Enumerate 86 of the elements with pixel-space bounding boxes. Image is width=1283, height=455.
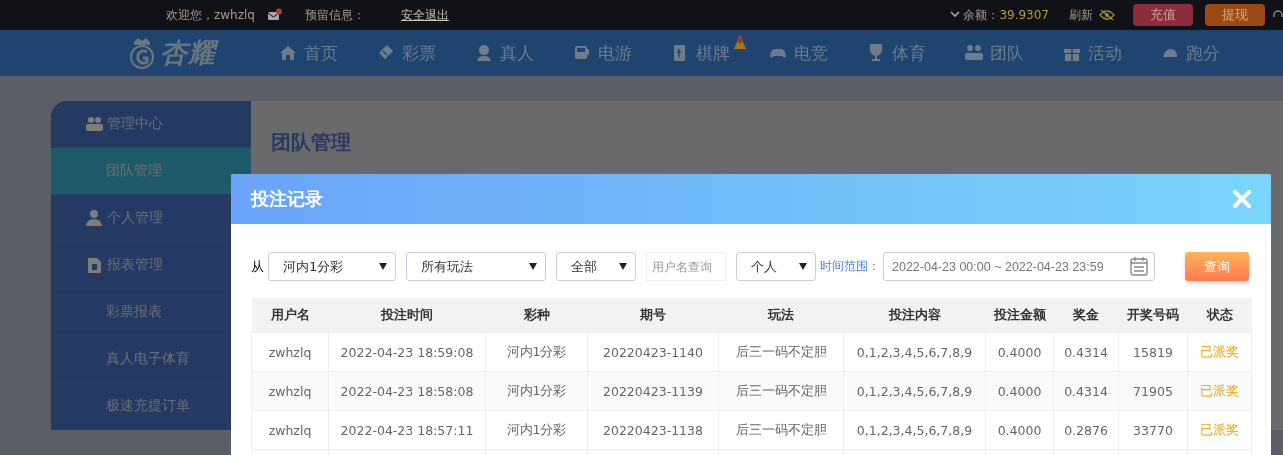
- column-header: 投注金额: [985, 298, 1054, 333]
- mail-icon: [266, 8, 283, 22]
- table-cell: 2022-04-23 18:58:08: [328, 371, 486, 411]
- nav-link[interactable]: 彩票: [402, 41, 436, 65]
- from-label: 从: [251, 257, 264, 276]
- page-title: 团队管理: [271, 130, 351, 154]
- search-button[interactable]: 查询: [1185, 252, 1249, 281]
- column-header: 期号: [587, 298, 719, 333]
- deposit-button[interactable]: 充值: [1133, 4, 1193, 26]
- reserved-info-label: 预留信息：: [304, 6, 365, 24]
- table-cell: 0,1,2,3,4,5,6,7,8,9: [843, 410, 986, 450]
- column-header: 投注时间: [328, 298, 486, 333]
- dropdown-caret-icon: [379, 263, 387, 270]
- table-cell: 0.2876: [1053, 410, 1119, 450]
- modal-title: 投注记录: [251, 187, 323, 211]
- person-icon: [474, 43, 494, 63]
- table-cell: 71905: [1118, 371, 1188, 411]
- home-icon: [278, 43, 298, 63]
- table-cell: zwhzlq: [251, 371, 329, 411]
- table-cell: 0.4000: [985, 410, 1054, 450]
- balance-label: 余额：: [963, 6, 1000, 24]
- table-cell: zwhzlq: [251, 332, 329, 372]
- caret-icon: [950, 11, 961, 19]
- table-cell: 0,1,2,3,4,5,6,7,8,9: [843, 332, 986, 372]
- nav-link[interactable]: 首页: [304, 41, 338, 65]
- status-cell: 已派奖: [1187, 410, 1252, 450]
- table-cell: 后三一码不定胆: [718, 410, 844, 450]
- dropdown-select[interactable]: 所有玩法: [406, 252, 546, 281]
- table-cell: 0,1,2,3,4,5,6,7,8,9: [843, 371, 986, 411]
- dropdown-select[interactable]: 全部: [556, 252, 636, 281]
- time-range-label: 时间范围：: [820, 258, 880, 275]
- table-cell: 0.4000: [985, 332, 1054, 372]
- nav-link[interactable]: 真人: [500, 41, 534, 65]
- nav-link[interactable]: 棋牌: [696, 41, 730, 65]
- column-header: 用户名: [251, 298, 329, 333]
- column-header: 开奖号码: [1118, 298, 1188, 333]
- balance-value: 39.9307: [999, 8, 1049, 22]
- column-header: 投注内容: [843, 298, 986, 333]
- table-cell: 15819: [1118, 332, 1188, 372]
- dropdown-caret-icon: [529, 263, 537, 270]
- document-icon: [86, 256, 103, 274]
- table-cell: 20220423-1139: [587, 371, 719, 411]
- column-header: 彩种: [485, 298, 588, 333]
- table-cell: 0.4314: [1053, 371, 1119, 411]
- username-search-field[interactable]: 用户名查询: [646, 252, 726, 281]
- refresh-link[interactable]: 刷新: [1069, 6, 1093, 24]
- table-cell: 20220423-1140: [587, 332, 719, 372]
- sidebar-item[interactable]: 团队管理: [51, 148, 251, 195]
- table-cell: 2022-04-23 18:57:11: [328, 410, 486, 450]
- person-icon: [86, 209, 103, 227]
- group-icon: [964, 43, 984, 63]
- close-icon: [1233, 190, 1251, 208]
- dropdown-caret-icon: [799, 263, 807, 270]
- table-cell: zwhzlq: [251, 410, 329, 450]
- nav-link[interactable]: 团队: [990, 41, 1024, 65]
- table-cell: 河内1分彩: [485, 410, 588, 450]
- table-cell: 后三一码不定胆: [718, 371, 844, 411]
- status-cell: 已派奖: [1187, 332, 1252, 372]
- table-cell: 0.4314: [1053, 332, 1119, 372]
- nav-link[interactable]: 体育: [892, 41, 926, 65]
- dropdown-caret-icon: [619, 263, 627, 270]
- table-cell: 2022-04-23 18:59:08: [328, 332, 486, 372]
- nav-link[interactable]: 活动: [1088, 41, 1122, 65]
- nav-link[interactable]: 电竞: [794, 41, 828, 65]
- nav-link[interactable]: 电游: [598, 41, 632, 65]
- calendar-icon: [1130, 256, 1148, 276]
- table-cell: 33770: [1118, 410, 1188, 450]
- dropdown-select[interactable]: 河内1分彩: [268, 252, 396, 281]
- table-cell: 后三一码不定胆: [718, 332, 844, 372]
- table-cell: 20220423-1138: [587, 410, 719, 450]
- table-cell: 河内1分彩: [485, 371, 588, 411]
- people-icon: [86, 115, 103, 133]
- table-cell: 河内1分彩: [485, 332, 588, 372]
- column-header: 状态: [1187, 298, 1252, 333]
- logout-link[interactable]: 安全退出: [400, 6, 449, 24]
- greeting-text: 欢迎您，zwhzlq: [166, 6, 255, 24]
- column-header: 玩法: [718, 298, 844, 333]
- eye-slash-icon: [1099, 9, 1115, 21]
- date-range-field[interactable]: 2022-04-23 00:00 ~ 2022-04-23 23:59: [883, 252, 1155, 281]
- withdraw-button[interactable]: 提现: [1205, 4, 1265, 26]
- status-cell: 已派奖: [1187, 371, 1252, 411]
- column-header: 奖金: [1053, 298, 1119, 333]
- nav-link[interactable]: 跑分: [1186, 41, 1220, 65]
- logo-emblem-icon: [128, 36, 156, 70]
- dropdown-select[interactable]: 个人: [736, 252, 816, 281]
- table-cell: 0.4000: [985, 371, 1054, 411]
